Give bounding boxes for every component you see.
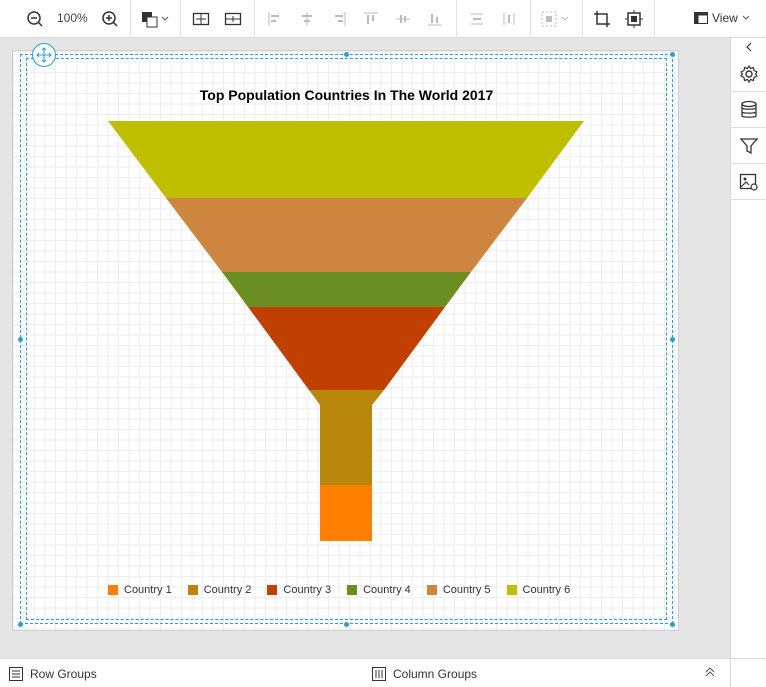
- legend-item[interactable]: Country 6: [506, 584, 571, 596]
- column-groups-icon: [372, 667, 386, 681]
- chart-border: [26, 58, 667, 620]
- align-right-icon: [335, 12, 346, 26]
- resize-handle-left[interactable]: [18, 337, 23, 342]
- distribute-horizontal-button[interactable]: [498, 8, 520, 30]
- view-dropdown[interactable]: View: [694, 11, 750, 25]
- legend-item[interactable]: Country 1: [108, 584, 172, 596]
- resize-handle-top[interactable]: [344, 52, 349, 57]
- fit-button[interactable]: [623, 8, 645, 30]
- distribute-horizontal-icon: [503, 13, 515, 25]
- database-icon: [741, 100, 757, 118]
- zoom-in-button[interactable]: [99, 8, 121, 30]
- legend-item[interactable]: Country 5: [426, 584, 491, 596]
- filter-icon: [739, 137, 759, 154]
- filter-button[interactable]: [731, 128, 766, 164]
- align-top-button[interactable]: [360, 8, 382, 30]
- align-bottom-button[interactable]: [424, 8, 446, 30]
- grouping-bar: Row Groups Column Groups: [0, 658, 730, 687]
- fit-icon: [625, 10, 643, 28]
- chart-title: Top Population Countries In The World 20…: [199, 87, 494, 103]
- crop-icon: [594, 11, 610, 27]
- align-left-icon: [268, 12, 279, 26]
- row-groups-button[interactable]: Row Groups: [8, 666, 97, 682]
- resize-handle-top-right[interactable]: [670, 52, 675, 57]
- legend-label: Country 3: [283, 584, 332, 596]
- properties-panel: [730, 38, 766, 658]
- resize-handle-right[interactable]: [670, 337, 675, 342]
- align-center-button[interactable]: [296, 8, 318, 30]
- align-right-button[interactable]: [328, 8, 350, 30]
- legend-swatch: [506, 585, 517, 595]
- zoom-out-button[interactable]: [24, 8, 46, 30]
- group-icon: [541, 11, 569, 27]
- legend-item[interactable]: Country 3: [267, 584, 331, 596]
- chevron-down-icon: [742, 15, 750, 20]
- fill-color-icon: [142, 12, 169, 28]
- settings-icon: [740, 64, 758, 83]
- align-middle-icon: [396, 15, 410, 23]
- legend-swatch: [347, 585, 358, 595]
- row-groups-icon: [9, 667, 23, 681]
- zoom-level[interactable]: 100%: [57, 11, 88, 25]
- double-chevron-up-icon: [705, 667, 715, 677]
- resize-handle-bottom[interactable]: [344, 622, 349, 627]
- chevron-left-icon: [746, 42, 752, 52]
- legend-item[interactable]: Country 4: [347, 584, 411, 596]
- legend-label: Country 1: [124, 584, 172, 596]
- expand-groups-button[interactable]: [704, 666, 716, 678]
- toolbar: 100% View: [0, 0, 766, 38]
- align-middle-button[interactable]: [392, 8, 414, 30]
- align-bottom-icon: [428, 14, 442, 26]
- data-button[interactable]: [731, 92, 766, 128]
- legend-label: Country 4: [363, 584, 411, 596]
- distribute-vertical-button[interactable]: [466, 8, 488, 30]
- image-settings-icon: [739, 173, 758, 191]
- align-left-button[interactable]: [264, 8, 286, 30]
- chart-legend: Country 1 Country 2 Country 3 Country 4 Coun…: [108, 584, 586, 596]
- layout-icon: [694, 12, 708, 24]
- group-dropdown[interactable]: [540, 8, 572, 30]
- legend-item[interactable]: Country 2: [187, 584, 252, 596]
- fill-color-dropdown[interactable]: [140, 8, 170, 30]
- split-icon: [224, 12, 242, 26]
- legend-swatch: [426, 585, 437, 595]
- image-manager-button[interactable]: [731, 164, 766, 200]
- resize-handle-bottom-right[interactable]: [670, 622, 675, 627]
- legend-label: Country 2: [203, 584, 252, 596]
- properties-button[interactable]: [731, 56, 766, 92]
- resize-handle-bottom-left[interactable]: [18, 622, 23, 627]
- insert-column-button[interactable]: [222, 8, 244, 30]
- collapse-panel-button[interactable]: [731, 38, 766, 56]
- legend-label: Country 6: [522, 584, 571, 596]
- zoom-out-icon: [27, 11, 43, 27]
- zoom-in-icon: [102, 11, 118, 27]
- legend-swatch: [108, 585, 118, 595]
- legend-swatch: [267, 585, 278, 595]
- view-label: View: [712, 11, 738, 25]
- move-icon: [36, 47, 52, 63]
- row-groups-label: Row Groups: [30, 667, 97, 681]
- align-center-icon: [302, 12, 312, 26]
- column-groups-label: Column Groups: [393, 667, 478, 681]
- insert-row-button[interactable]: [190, 8, 212, 30]
- align-top-icon: [364, 12, 378, 24]
- border-icon: [192, 12, 210, 26]
- bottom-corner: [730, 658, 766, 687]
- legend-swatch: [187, 585, 198, 595]
- move-handle[interactable]: [32, 43, 56, 67]
- crop-button[interactable]: [591, 8, 613, 30]
- distribute-vertical-icon: [471, 13, 483, 25]
- legend-label: Country 5: [442, 584, 491, 596]
- column-groups-button[interactable]: Column Groups: [371, 666, 477, 682]
